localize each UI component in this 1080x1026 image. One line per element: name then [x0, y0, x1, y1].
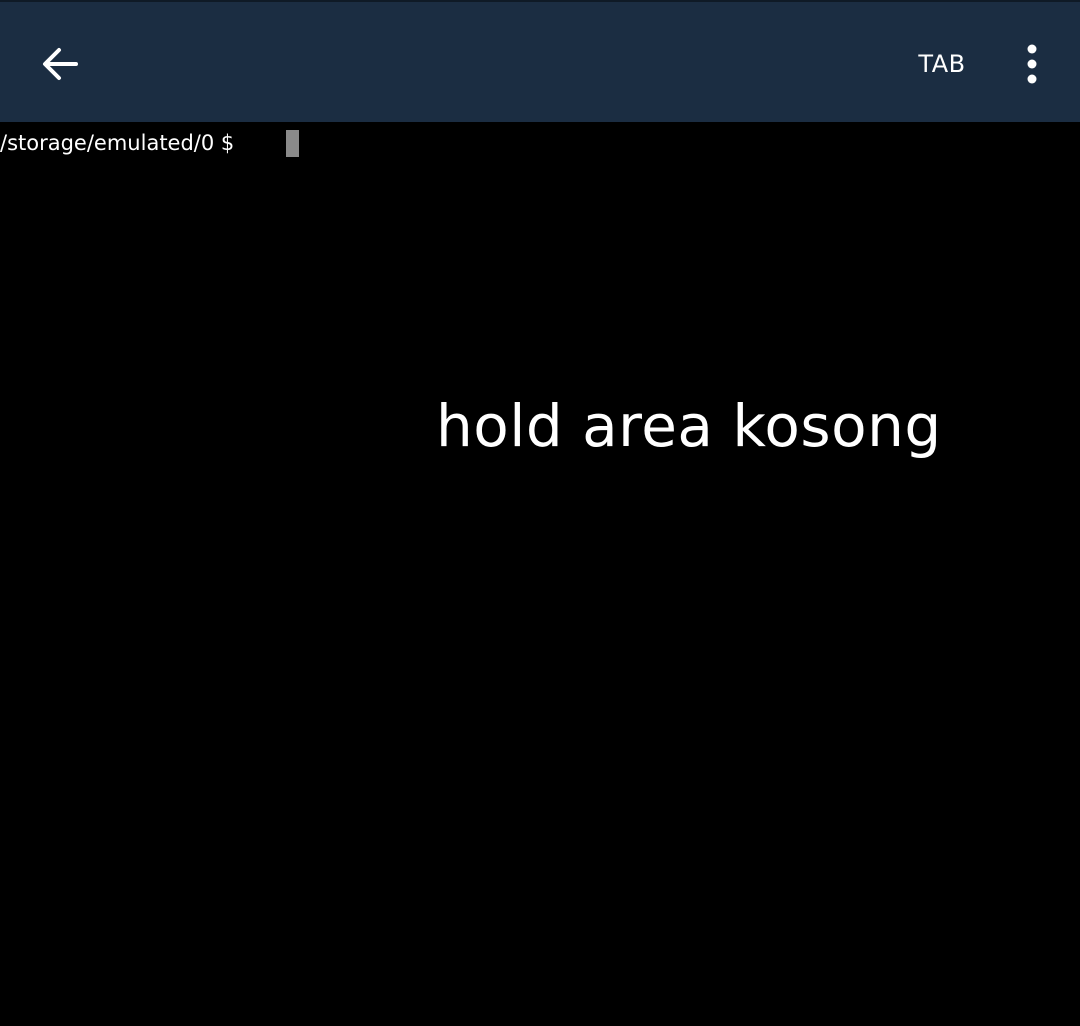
terminal-prompt: /storage/emulated/0 $ — [0, 131, 235, 155]
terminal-cursor — [286, 130, 299, 157]
tab-button[interactable]: TAB — [900, 28, 984, 100]
hint-text: hold area kosong — [436, 392, 942, 460]
arrow-left-icon — [43, 48, 78, 80]
back-button[interactable] — [24, 28, 96, 100]
more-options-button[interactable] — [1000, 28, 1064, 100]
more-vertical-icon — [1027, 44, 1037, 84]
terminal-view[interactable]: /storage/emulated/0 $ hold area kosong — [0, 122, 1080, 1026]
app-bar: TAB — [0, 0, 1080, 122]
